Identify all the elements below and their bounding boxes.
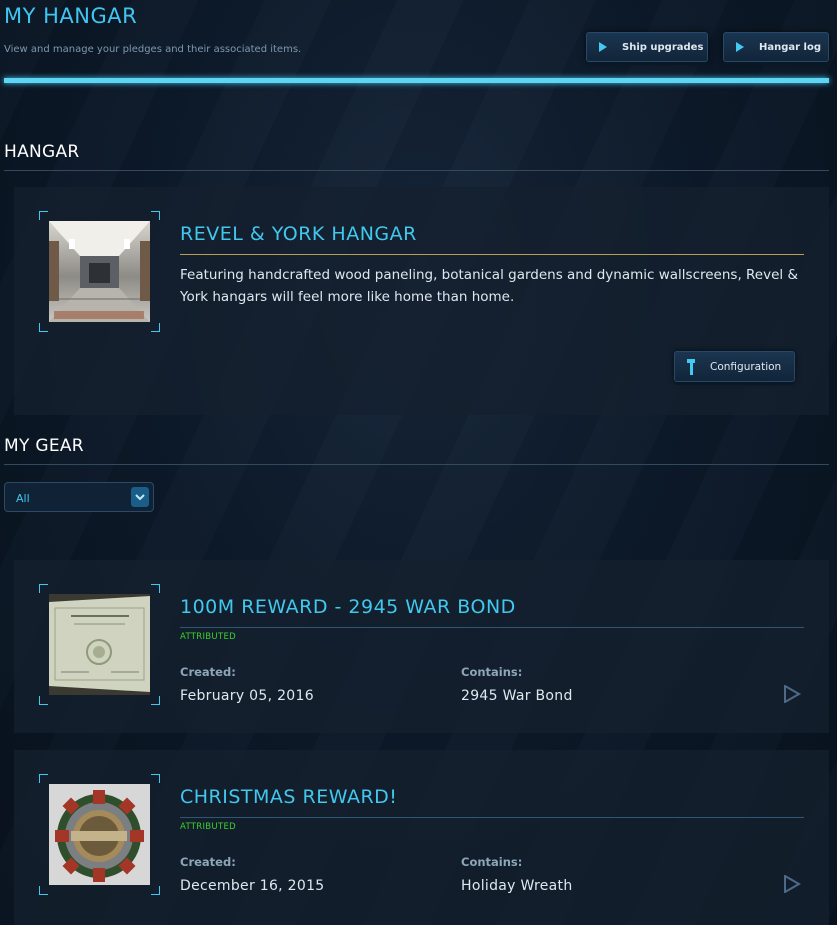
hangar-item-description: Featuring handcrafted wood paneling, bot… bbox=[180, 267, 798, 305]
page-subtitle: View and manage your pledges and their a… bbox=[4, 44, 302, 55]
configuration-button[interactable]: Configuration bbox=[674, 351, 795, 382]
configuration-label: Configuration bbox=[710, 360, 782, 373]
hangar-thumbnail-frame bbox=[39, 211, 160, 332]
hangar-log-label: Hangar log bbox=[759, 41, 822, 53]
hangar-section-heading: HANGAR bbox=[4, 142, 80, 162]
holiday-wreath-thumbnail bbox=[49, 784, 150, 885]
status-badge: ATTRIBUTED bbox=[180, 822, 236, 832]
section-divider bbox=[4, 170, 829, 171]
contains-label: Contains: bbox=[461, 665, 523, 679]
created-label: Created: bbox=[180, 855, 236, 869]
play-icon bbox=[599, 42, 607, 52]
title-underline bbox=[180, 254, 804, 255]
contains-value: Holiday Wreath bbox=[461, 878, 573, 894]
chevron-down-icon bbox=[131, 487, 149, 507]
filter-selected-value: All bbox=[16, 492, 30, 505]
war-bond-thumbnail bbox=[49, 594, 150, 695]
section-divider bbox=[4, 464, 829, 465]
gear-item-title: CHRISTMAS REWARD! bbox=[180, 786, 398, 808]
wrench-icon bbox=[687, 359, 695, 375]
gear-item-title: 100M REWARD - 2945 WAR BOND bbox=[180, 596, 516, 618]
gear-section-heading: MY GEAR bbox=[4, 436, 84, 456]
created-date: December 16, 2015 bbox=[180, 878, 325, 894]
contains-value: 2945 War Bond bbox=[461, 688, 573, 704]
play-icon[interactable] bbox=[783, 685, 801, 703]
gear-thumbnail-frame bbox=[39, 584, 160, 705]
gear-thumbnail-frame bbox=[39, 774, 160, 895]
hangar-item-title: REVEL & YORK HANGAR bbox=[180, 223, 417, 245]
hangar-log-button[interactable]: Hangar log bbox=[723, 32, 829, 62]
status-badge: ATTRIBUTED bbox=[180, 632, 236, 642]
gear-filter-select[interactable]: All bbox=[4, 482, 154, 512]
play-icon[interactable] bbox=[783, 875, 801, 893]
play-icon bbox=[736, 42, 744, 52]
title-underline bbox=[180, 817, 804, 818]
ship-upgrades-button[interactable]: Ship upgrades bbox=[586, 32, 708, 62]
page-title: MY HANGAR bbox=[4, 4, 138, 28]
ship-upgrades-label: Ship upgrades bbox=[622, 41, 704, 53]
header-divider-bar bbox=[4, 78, 829, 83]
created-date: February 05, 2016 bbox=[180, 688, 314, 704]
hangar-thumbnail-image bbox=[49, 221, 150, 322]
created-label: Created: bbox=[180, 665, 236, 679]
title-underline bbox=[180, 627, 804, 628]
contains-label: Contains: bbox=[461, 855, 523, 869]
